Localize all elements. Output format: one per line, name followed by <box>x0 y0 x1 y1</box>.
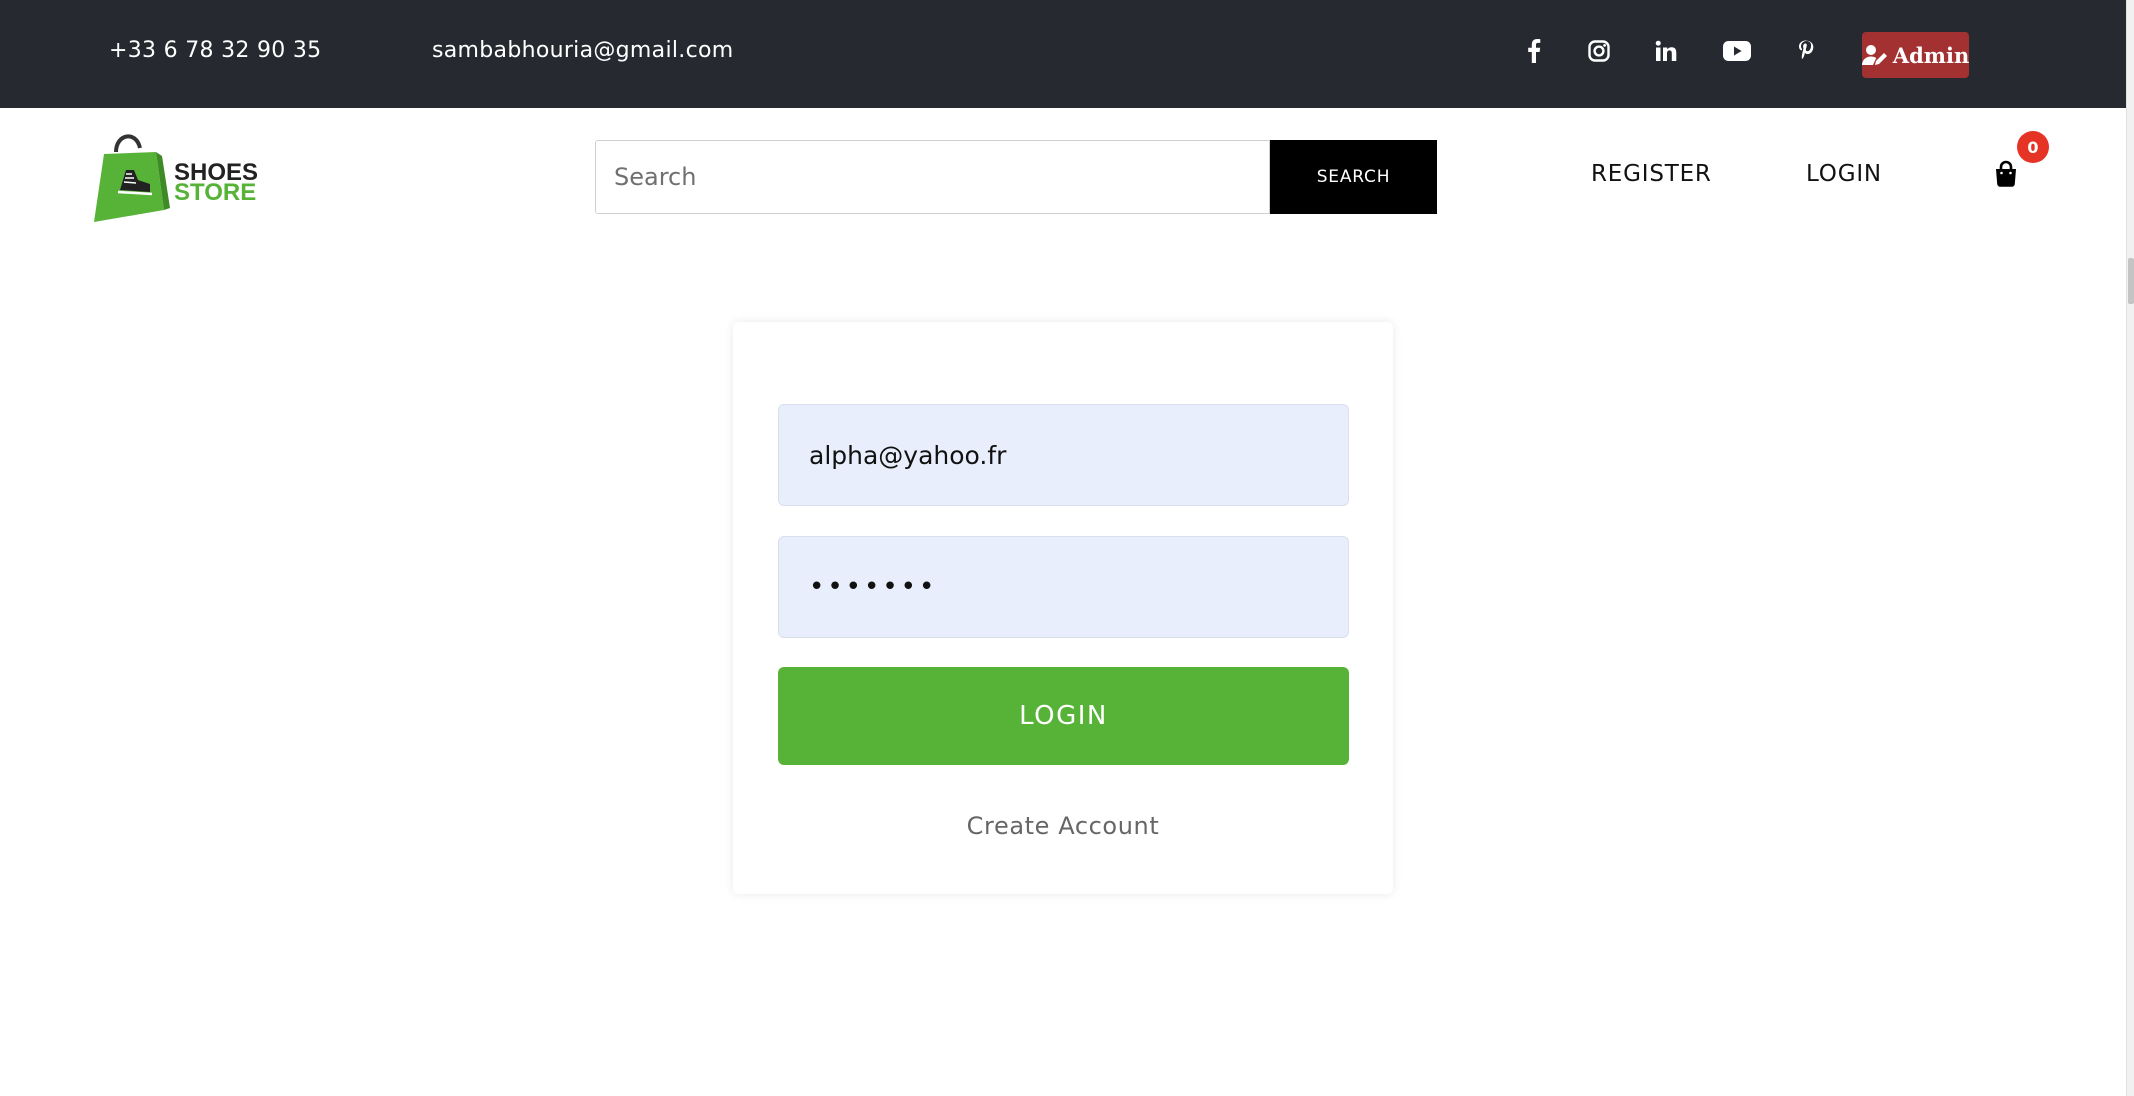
linkedin-icon[interactable] <box>1651 36 1681 66</box>
login-button[interactable]: LOGIN <box>778 667 1349 765</box>
phone-number: +33 6 78 32 90 35 <box>109 38 322 63</box>
logo-text-store: STORE <box>174 179 257 206</box>
pinterest-icon[interactable] <box>1791 36 1821 66</box>
register-link[interactable]: REGISTER <box>1591 161 1712 187</box>
admin-label: Admin <box>1892 42 1970 68</box>
page: +33 6 78 32 90 35 sambabhouria@gmail.com… <box>0 0 2134 1096</box>
password-field[interactable] <box>778 536 1349 638</box>
cart-count-badge: 0 <box>2017 131 2049 163</box>
youtube-icon[interactable] <box>1721 36 1753 66</box>
login-link[interactable]: LOGIN <box>1806 161 1882 187</box>
scrollbar-thumb[interactable] <box>2128 258 2134 304</box>
contact-email: sambabhouria@gmail.com <box>432 38 734 63</box>
facebook-icon[interactable] <box>1519 36 1549 66</box>
email-field[interactable] <box>778 404 1349 506</box>
login-card: LOGIN Create Account <box>733 322 1393 894</box>
admin-button[interactable]: Admin <box>1861 32 1970 78</box>
cart-icon[interactable] <box>1994 160 2018 188</box>
shopping-bag-logo-icon <box>94 134 170 222</box>
user-edit-icon <box>1861 44 1890 66</box>
instagram-icon[interactable] <box>1584 36 1614 66</box>
scrollbar-track[interactable] <box>2126 0 2134 1096</box>
search-input[interactable] <box>595 140 1270 214</box>
top-bar: +33 6 78 32 90 35 sambabhouria@gmail.com… <box>0 0 2126 108</box>
shoes-store-logo[interactable]: SHOES STORE <box>90 128 260 224</box>
search-button[interactable]: SEARCH <box>1270 140 1437 214</box>
create-account-link[interactable]: Create Account <box>733 812 1393 840</box>
